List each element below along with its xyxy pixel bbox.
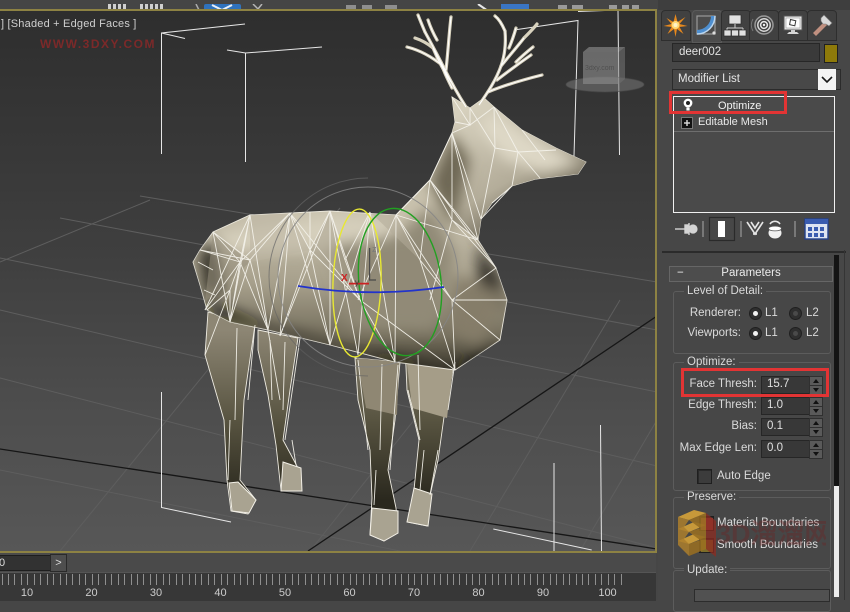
svg-text:3D溜溜网: 3D溜溜网 — [716, 518, 826, 549]
